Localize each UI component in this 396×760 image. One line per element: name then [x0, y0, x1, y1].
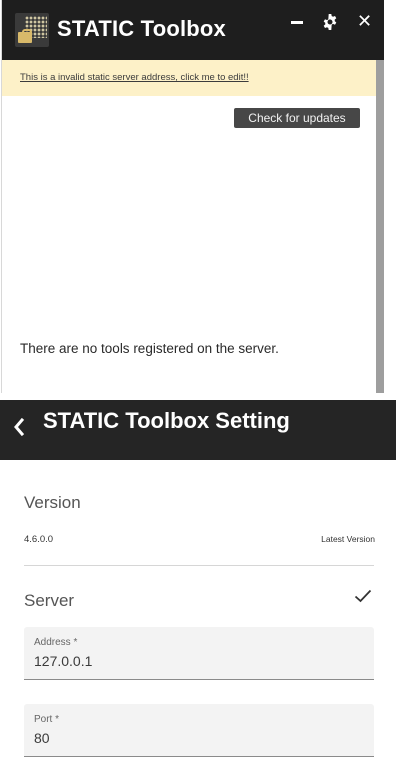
- address-field[interactable]: Address * 127.0.0.1: [24, 627, 374, 680]
- app-logo-icon: [15, 13, 49, 47]
- minimize-icon[interactable]: [291, 21, 303, 24]
- toolbox-titlebar: STATIC Toolbox ✕: [2, 0, 384, 60]
- empty-tools-message: There are no tools registered on the ser…: [20, 341, 279, 356]
- version-heading: Version: [24, 493, 81, 512]
- version-number: 4.6.0.0: [24, 534, 54, 545]
- port-input[interactable]: 80: [34, 730, 50, 746]
- close-icon[interactable]: ✕: [357, 11, 372, 31]
- check-icon: [354, 587, 372, 609]
- address-input[interactable]: 127.0.0.1: [34, 653, 92, 669]
- settings-title: STATIC Toolbox Setting: [43, 408, 290, 433]
- chevron-left-icon[interactable]: [13, 417, 25, 441]
- app-title: STATIC Toolbox: [57, 16, 226, 41]
- section-divider: [24, 565, 374, 566]
- warning-banner: This is a invalid static server address,…: [2, 60, 384, 96]
- settings-header: STATIC Toolbox Setting: [0, 400, 396, 460]
- edit-server-address-link[interactable]: This is a invalid static server address,…: [20, 72, 249, 83]
- version-status: Latest Version: [321, 534, 375, 544]
- gear-icon[interactable]: [322, 14, 338, 30]
- scrollbar[interactable]: [376, 60, 384, 393]
- toolbox-window: STATIC Toolbox ✕ This is a invalid stati…: [1, 0, 384, 393]
- port-label: Port *: [34, 714, 60, 725]
- port-field[interactable]: Port * 80: [24, 704, 374, 757]
- settings-window: STATIC Toolbox Setting Version 4.6.0.0 L…: [0, 400, 396, 760]
- address-label: Address *: [34, 637, 78, 648]
- check-for-updates-button[interactable]: Check for updates: [234, 108, 360, 128]
- server-heading: Server: [24, 591, 75, 610]
